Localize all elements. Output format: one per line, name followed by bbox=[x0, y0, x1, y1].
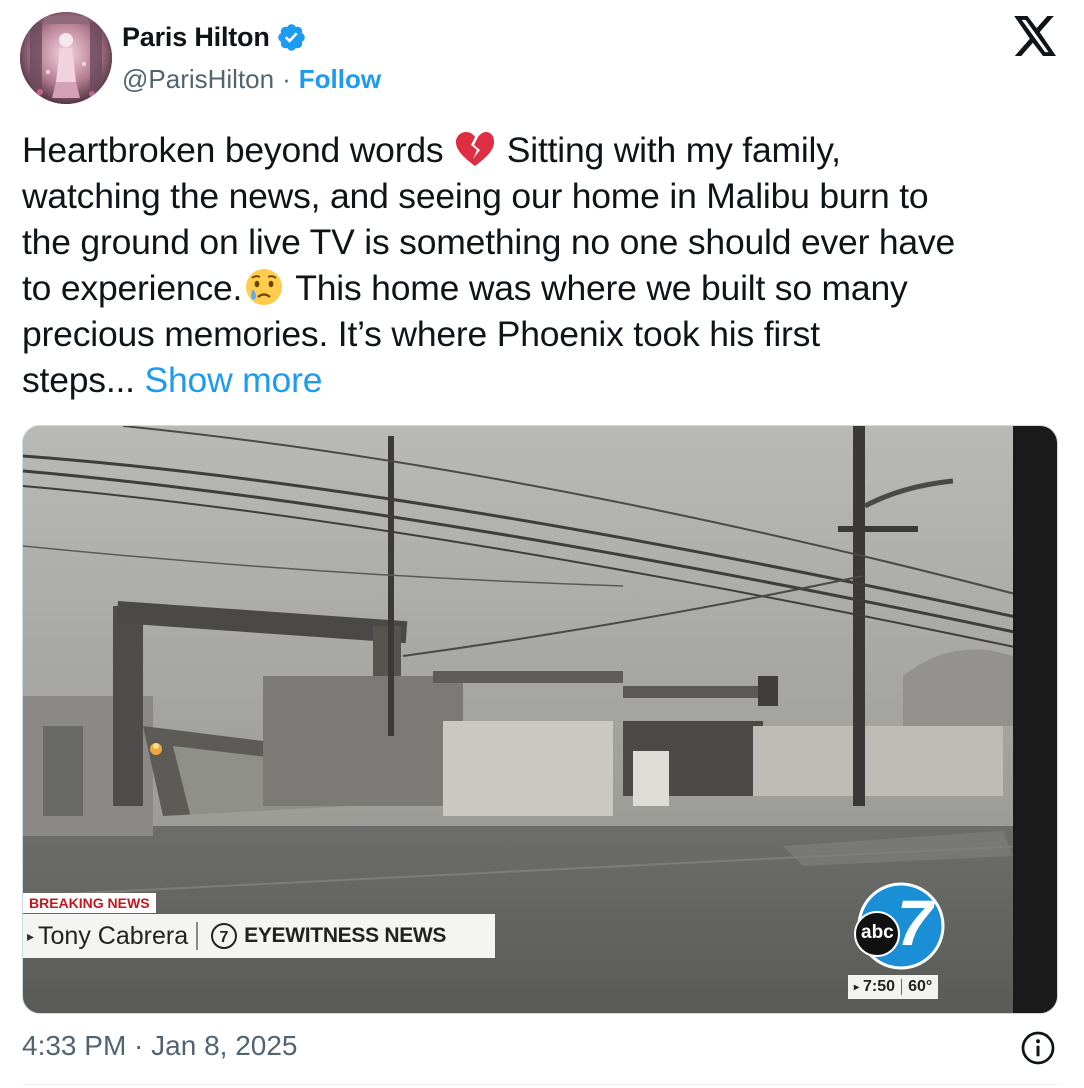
tweet-text-segment: steps... bbox=[22, 360, 145, 400]
reporter-name: Tony Cabrera bbox=[38, 921, 189, 950]
time-display: 7:50 bbox=[863, 978, 896, 995]
separator-dot: · bbox=[282, 64, 291, 94]
reporter-arrow-icon: ▸ bbox=[27, 927, 35, 944]
info-icon[interactable] bbox=[1020, 1030, 1056, 1066]
breaking-news-tag: BREAKING NEWS bbox=[23, 893, 156, 913]
tweet-line-1: Heartbroken beyond words Sitting with my… bbox=[22, 127, 1052, 173]
bottom-divider bbox=[22, 1084, 1062, 1085]
abc-logo-text: abc bbox=[861, 922, 894, 943]
avatar[interactable] bbox=[20, 12, 112, 104]
author-handle[interactable]: @ParisHilton bbox=[122, 64, 274, 95]
lower-third-bar: ▸ Tony Cabrera 7 EYEWITNESS NEWS bbox=[23, 914, 495, 958]
crying-face-emoji bbox=[246, 269, 283, 305]
tweet-line-3: the ground on live TV is something no on… bbox=[22, 222, 956, 262]
author-name-row: Paris Hilton bbox=[122, 22, 307, 53]
verified-badge-icon bbox=[277, 24, 305, 51]
follow-button[interactable]: Follow bbox=[299, 64, 381, 95]
tweet-line-5: precious memories. It’s where Phoenix to… bbox=[22, 314, 820, 354]
tweet-text-segment: to experience. bbox=[22, 268, 243, 308]
author-display-name[interactable]: Paris Hilton bbox=[122, 22, 270, 53]
tweet-text-segment: This home was where we built so many bbox=[286, 268, 908, 308]
svg-text:7: 7 bbox=[220, 929, 229, 946]
abc7-logo: abc 7 bbox=[849, 878, 945, 974]
tweet-line-2: watching the news, and seeing our home i… bbox=[22, 176, 929, 216]
station-label: EYEWITNESS NEWS bbox=[244, 924, 447, 947]
tweet-text: Heartbroken beyond words Sitting with my… bbox=[22, 127, 1052, 403]
lower-third-divider bbox=[196, 922, 199, 950]
breaking-news-label: BREAKING NEWS bbox=[29, 895, 150, 911]
tweet-line-4: to experience. This home was where we bu… bbox=[22, 265, 1052, 311]
show-more-link[interactable]: Show more bbox=[145, 360, 323, 400]
x-logo-icon[interactable] bbox=[1014, 16, 1058, 56]
time-arrow-icon: ▸ bbox=[854, 981, 860, 993]
author-handle-row: @ParisHilton · Follow bbox=[122, 64, 381, 95]
tweet-timestamp[interactable]: 4:33 PM · Jan 8, 2025 bbox=[22, 1030, 298, 1062]
time-temp-bar: ▸ 7:50 60° bbox=[848, 975, 939, 999]
time-temp-divider bbox=[901, 979, 903, 995]
avatar-image bbox=[20, 12, 112, 104]
broken-heart-emoji bbox=[456, 132, 495, 166]
temperature-display: 60° bbox=[908, 978, 933, 995]
abc-logo-number: 7 bbox=[897, 887, 933, 959]
tweet-text-segment: Sitting with my family, bbox=[497, 130, 841, 170]
tweet-media-video[interactable]: BREAKING NEWS ▸ Tony Cabrera 7 EYEWITNES… bbox=[22, 425, 1058, 1014]
tweet-line-6: steps... Show more bbox=[22, 357, 1052, 403]
tweet-text-segment: Heartbroken beyond words bbox=[22, 130, 454, 170]
abc7-mini-logo-icon: 7 bbox=[211, 923, 238, 949]
